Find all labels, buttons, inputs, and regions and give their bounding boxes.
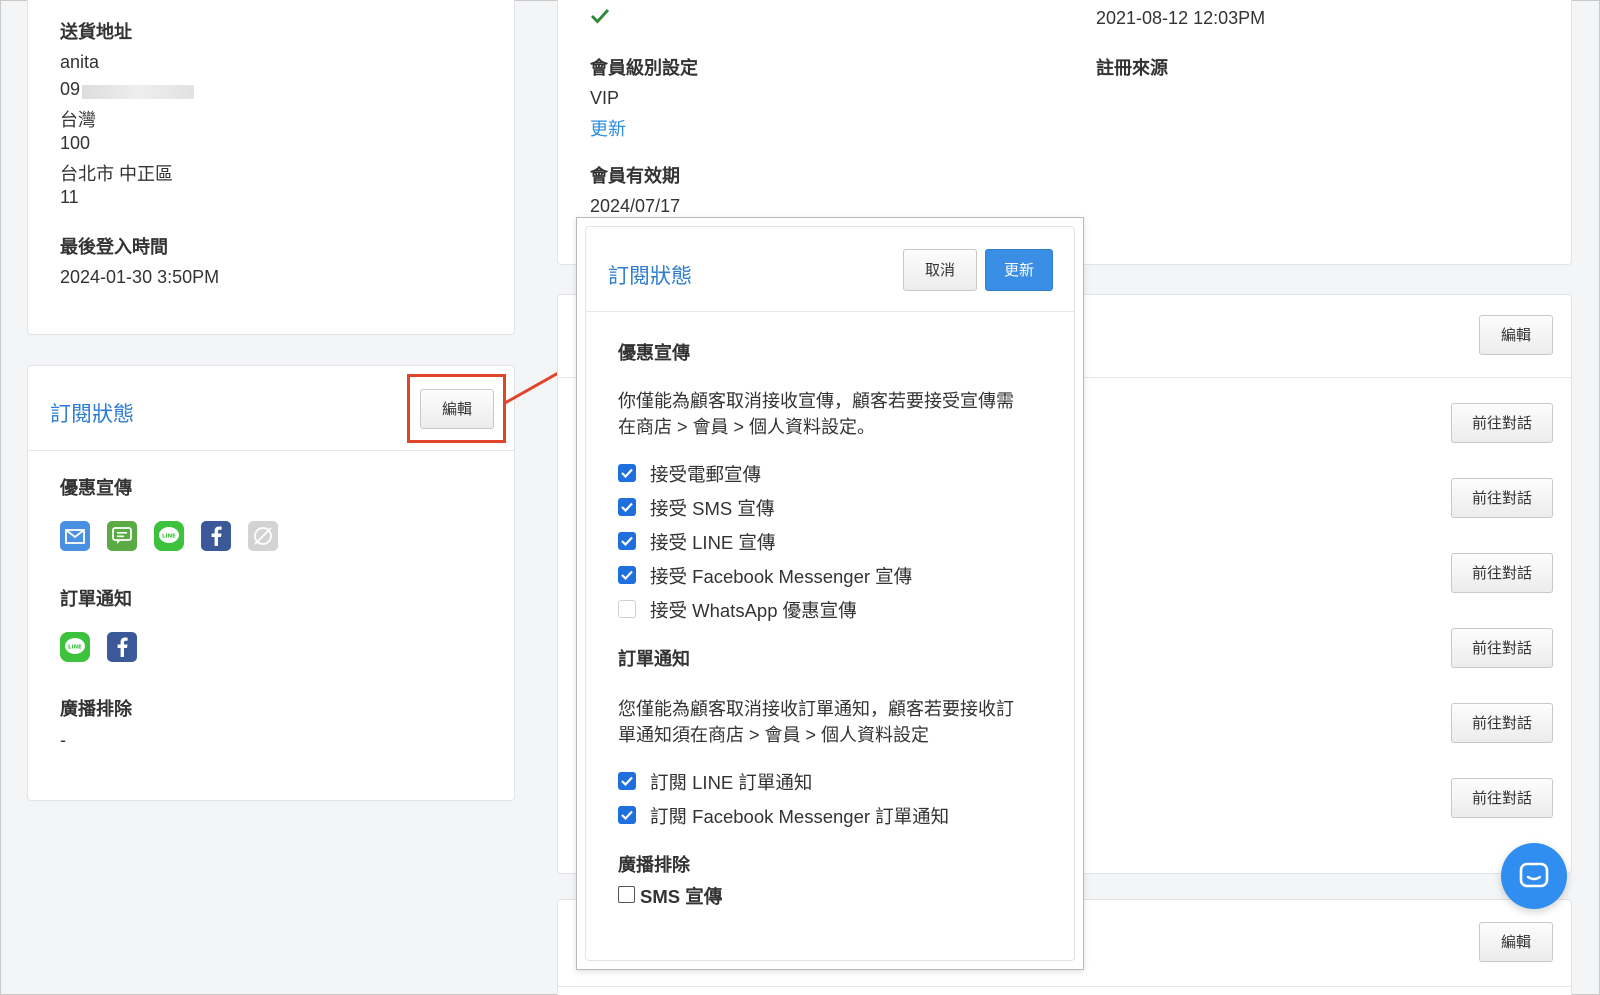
conversations-edit-button[interactable]: 編輯	[1479, 315, 1553, 355]
promo-whatsapp-checkbox[interactable]	[618, 600, 636, 618]
registered-time: 2021-08-12 12:03PM	[1096, 8, 1266, 28]
bottom-edit-button[interactable]: 編輯	[1479, 922, 1553, 962]
modal-order-heading: 訂單通知	[618, 649, 690, 669]
subscription-modal: 訂閱狀態 取消 更新 優惠宣傳 你僅能為顧客取消接收宣傳，顧客若要接受宣傳需 在…	[585, 226, 1075, 961]
order-messenger-label: 訂閱 Facebook Messenger 訂單通知	[650, 806, 950, 827]
promo-line-label: 接受 LINE 宣傳	[650, 532, 776, 553]
subscription-status-card: 訂閱狀態 編輯 優惠宣傳 LINE 訂單通知 LINE 廣播排除 -	[27, 365, 515, 801]
zip-code: 100	[60, 133, 91, 153]
promo-messenger-checkbox[interactable]	[618, 566, 636, 584]
country: 台灣	[60, 110, 96, 130]
whatsapp-disabled-icon	[248, 521, 278, 551]
order-line-label: 訂閱 LINE 訂單通知	[650, 772, 813, 793]
card-divider	[28, 450, 514, 451]
modal-update-button[interactable]: 更新	[985, 249, 1053, 291]
modal-promo-note-line1: 你僅能為顧客取消接收宣傳，顧客若要接受宣傳需	[618, 391, 1014, 411]
customer-name: anita	[60, 52, 100, 72]
customer-info-card: 送貨地址 anita 09 台灣 100 台北市 中正區 11 最後登入時間 2…	[27, 0, 515, 335]
line-icon: LINE	[60, 632, 90, 662]
go-to-chat-button[interactable]: 前往對話	[1451, 778, 1553, 818]
broadcast-exclusion-value: -	[60, 730, 66, 750]
modal-cancel-button[interactable]: 取消	[903, 249, 977, 291]
last-login-label: 最後登入時間	[60, 237, 168, 257]
broadcast-sms-label: SMS 宣傳	[640, 886, 723, 907]
modal-promo-heading: 優惠宣傳	[618, 343, 690, 363]
broadcast-exclusion-label: 廣播排除	[60, 699, 132, 719]
go-to-chat-button[interactable]: 前往對話	[1451, 478, 1553, 518]
broadcast-sms-checkbox[interactable]	[618, 886, 635, 903]
order-messenger-checkbox[interactable]	[618, 806, 636, 824]
promo-sms-checkbox[interactable]	[618, 498, 636, 516]
facebook-icon	[107, 632, 137, 662]
validity-label: 會員有效期	[590, 166, 680, 186]
sms-icon	[107, 521, 137, 551]
member-tier-label: 會員級別設定	[590, 58, 698, 78]
modal-divider	[586, 311, 1074, 312]
svg-text:LINE: LINE	[162, 534, 176, 540]
promo-line-checkbox[interactable]	[618, 532, 636, 550]
subscription-modal-frame: 訂閱狀態 取消 更新 優惠宣傳 你僅能為顧客取消接收宣傳，顧客若要接受宣傳需 在…	[576, 217, 1084, 970]
go-to-chat-button[interactable]: 前往對話	[1451, 403, 1553, 443]
street-address: 11	[60, 187, 79, 207]
modal-order-note-line2: 單通知須在商店 > 會員 > 個人資料設定	[618, 725, 930, 745]
promo-messenger-label: 接受 Facebook Messenger 宣傳	[650, 566, 913, 587]
phone-redacted	[82, 85, 194, 99]
validity-value: 2024/07/17	[590, 196, 681, 216]
member-tier-update-link[interactable]: 更新	[590, 115, 626, 141]
promo-email-label: 接受電郵宣傳	[650, 464, 762, 485]
subscription-title: 訂閱狀態	[50, 403, 134, 426]
facebook-icon	[201, 521, 231, 551]
last-login-value: 2024-01-30 3:50PM	[60, 267, 220, 287]
chat-icon	[1519, 862, 1549, 888]
modal-broadcast-heading: 廣播排除	[618, 855, 690, 875]
go-to-chat-button[interactable]: 前往對話	[1451, 628, 1553, 668]
city-district: 台北市 中正區	[60, 164, 174, 184]
register-source-label: 註冊來源	[1096, 58, 1168, 78]
phone-prefix: 09	[60, 79, 81, 99]
order-notify-label: 訂單通知	[60, 589, 132, 609]
go-to-chat-button[interactable]: 前往對話	[1451, 553, 1553, 593]
order-line-checkbox[interactable]	[618, 772, 636, 790]
card-divider	[558, 986, 1571, 987]
modal-promo-note-line2: 在商店 > 會員 > 個人資料設定。	[618, 417, 876, 437]
svg-text:LINE: LINE	[68, 645, 82, 651]
modal-title: 訂閱狀態	[608, 265, 692, 288]
check-icon	[591, 8, 609, 24]
promo-label: 優惠宣傳	[60, 478, 132, 498]
promo-whatsapp-label: 接受 WhatsApp 優惠宣傳	[650, 600, 857, 621]
subscription-edit-button[interactable]: 編輯	[420, 389, 494, 429]
live-chat-button[interactable]	[1501, 843, 1567, 909]
member-tier-value: VIP	[590, 88, 620, 108]
promo-sms-label: 接受 SMS 宣傳	[650, 498, 775, 519]
go-to-chat-button[interactable]: 前往對話	[1451, 703, 1553, 743]
modal-order-note-line1: 您僅能為顧客取消接收訂單通知，顧客若要接收訂	[618, 699, 1014, 719]
shipping-address-label: 送貨地址	[60, 22, 132, 42]
line-icon: LINE	[154, 521, 184, 551]
email-icon	[60, 521, 90, 551]
promo-email-checkbox[interactable]	[618, 464, 636, 482]
page-frame: 送貨地址 anita 09 台灣 100 台北市 中正區 11 最後登入時間 2…	[0, 0, 1600, 995]
